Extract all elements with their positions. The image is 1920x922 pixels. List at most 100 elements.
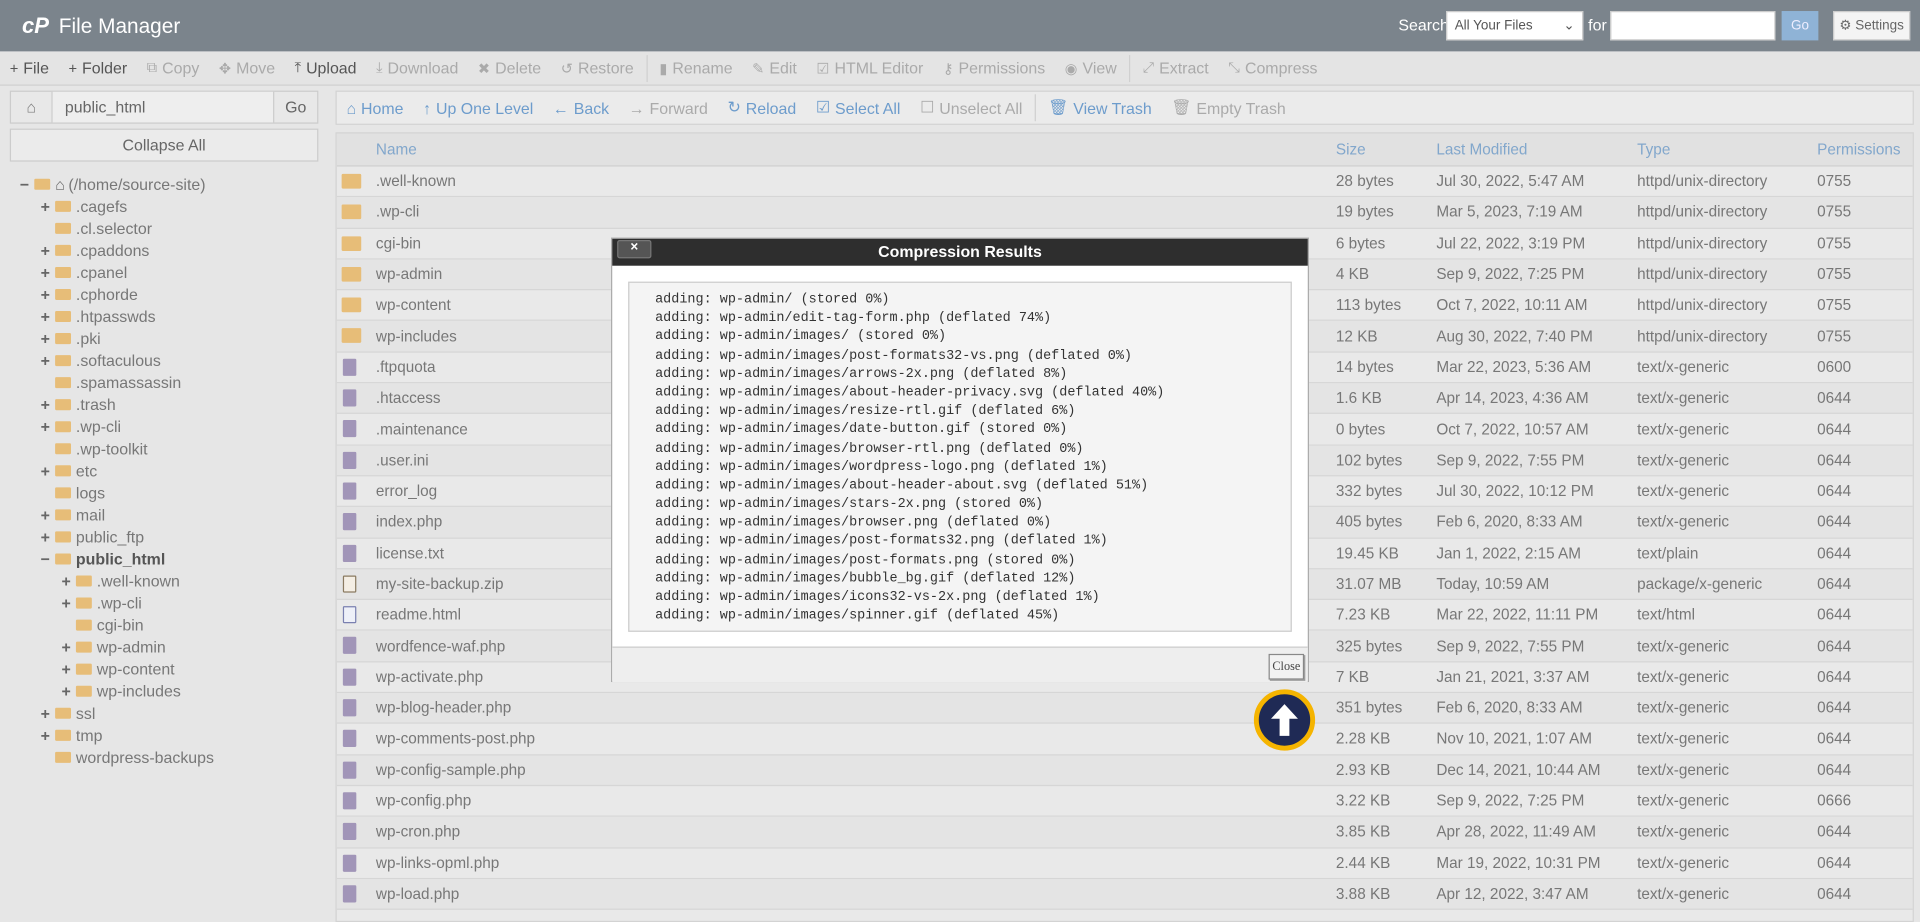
tree-item[interactable]: + public_ftp [0,525,331,547]
tree-item[interactable]: + .cphorde [0,283,331,305]
toolbar-folder-button[interactable]: + Folder [59,59,137,77]
table-row[interactable]: wp-load.php 3.88 KB Apr 12, 2022, 3:47 AM t… [336,878,1913,910]
path-go-button[interactable]: Go [273,91,317,123]
toolbar-file-button[interactable]: + File [0,59,59,77]
expand-icon[interactable]: + [38,351,53,369]
expand-icon[interactable]: + [38,703,53,721]
expand-icon[interactable]: + [38,329,53,347]
toolbar-restore-button[interactable]: ↺ Restore [551,59,644,77]
toolbar-html-editor-button[interactable]: ☑ HTML Editor [807,59,933,77]
column-permissions[interactable]: Permissions [1817,141,1900,158]
tree-item[interactable]: + mail [0,503,331,525]
expand-icon[interactable]: + [38,395,53,413]
tree-item[interactable]: .wp-toolkit [0,437,331,459]
table-row[interactable]: .well-known 28 bytes Jul 30, 2022, 5:47 AM… [336,167,1913,198]
toolbar-rename-button[interactable]: ▮ Rename [650,59,743,77]
tree-item[interactable]: + .pki [0,327,331,349]
table-row[interactable]: wp-comments-post.php 2.28 KB Nov 10, 2021,… [336,724,1913,756]
search-input[interactable] [1610,11,1776,41]
home-icon[interactable]: ⌂ [11,91,53,123]
tree-item[interactable]: + .wp-cli [0,591,331,613]
nav-unselect-all-button[interactable]: ☐ Unselect All [910,98,1032,118]
nav-select-all-button[interactable]: ☑ Select All [806,98,910,118]
toolbar-download-button[interactable]: ⤓ Download [366,59,468,77]
search-go-button[interactable]: Go [1781,11,1819,41]
tree-item[interactable]: − public_html [0,547,331,569]
tree-item[interactable]: + .wp-cli [0,415,331,437]
tree-item[interactable]: + wp-admin [0,636,331,658]
toolbar-move-button[interactable]: ✥ Move [209,59,285,77]
nav-empty-trash-button[interactable]: 🗑 Empty Trash [1162,98,1296,118]
tree-item[interactable]: wordpress-backups [0,746,331,768]
expand-icon[interactable]: + [38,417,53,435]
toolbar-upload-button[interactable]: ⤒ Upload [285,59,366,77]
nav-reload-button[interactable]: ↻ Reload [718,98,806,118]
app-title: File Manager [58,14,181,38]
expand-icon[interactable]: + [59,637,74,655]
tree-item[interactable]: + wp-includes [0,680,331,702]
toolbar-delete-button[interactable]: ✖ Delete [468,59,551,77]
expand-icon[interactable]: + [38,307,53,325]
expand-icon[interactable]: + [38,197,53,215]
tree-item[interactable]: + .cagefs [0,195,331,217]
collapse-icon[interactable]: − [17,174,32,192]
table-row[interactable]: .wp-cli 19 bytes Mar 5, 2023, 7:19 AM httpd… [336,197,1913,229]
toolbar-permissions-button[interactable]: ⚷ Permissions [933,59,1055,77]
tree-item[interactable]: + .softaculous [0,349,331,371]
toolbar-extract-button[interactable]: ⤢ Extract [1133,59,1219,77]
expand-icon[interactable]: + [38,285,53,303]
expand-icon[interactable]: + [59,659,74,677]
column-type[interactable]: Type [1637,141,1670,158]
nav-view-trash-button[interactable]: 🗑 View Trash [1038,98,1161,118]
tree-item[interactable]: cgi-bin [0,613,331,635]
expand-icon[interactable]: + [38,263,53,281]
tree-item[interactable]: + .well-known [0,569,331,591]
nav-home-button[interactable]: ⌂ Home [337,99,414,117]
column-last-modified[interactable]: Last Modified [1436,141,1527,158]
scroll-to-top-button[interactable] [1253,689,1316,751]
collapse-icon[interactable]: − [38,549,53,567]
tree-item[interactable]: + .cpaddons [0,239,331,261]
table-row[interactable]: wp-blog-header.php 351 bytes Feb 6, 2020, … [336,693,1913,725]
expand-icon[interactable]: + [38,505,53,523]
tree-item[interactable]: + .cpanel [0,261,331,283]
tree-item[interactable]: + etc [0,459,331,481]
expand-icon[interactable]: + [59,681,74,699]
toolbar-compress-button[interactable]: ⤡ Compress [1219,59,1328,77]
tree-item[interactable]: + tmp [0,724,331,746]
toolbar-edit-button[interactable]: ✎ Edit [742,59,806,77]
folder-icon [341,266,362,282]
nav-back-button[interactable]: ← Back [543,99,619,117]
expand-icon[interactable]: + [59,571,74,589]
expand-icon[interactable]: + [38,461,53,479]
path-input[interactable]: public_html [52,91,274,123]
close-button[interactable]: Close [1268,653,1305,680]
expand-icon[interactable]: + [38,527,53,545]
toolbar-view-button[interactable]: ◉ View [1055,59,1127,77]
tree-item[interactable]: − ⌂ (/home/source-site) [0,173,331,195]
table-row[interactable]: wp-links-opml.php 2.44 KB Mar 19, 2022, 10… [336,848,1913,879]
column-size[interactable]: Size [1336,141,1366,158]
tree-item[interactable]: + wp-content [0,658,331,680]
table-row[interactable]: wp-config.php 3.22 KB Sep 9, 2022, 7:25 PM… [336,786,1913,818]
tree-item[interactable]: .spamassassin [0,371,331,393]
nav-forward-button[interactable]: → Forward [619,99,718,117]
expand-icon[interactable]: + [38,726,53,744]
tree-item[interactable]: + .trash [0,393,331,415]
tree-item[interactable]: + ssl [0,702,331,724]
column-name[interactable]: Name [376,141,417,158]
search-scope-select[interactable]: All Your Files ⌄ [1446,11,1584,41]
tree-item[interactable]: logs [0,481,331,503]
expand-icon[interactable]: + [38,241,53,259]
settings-button[interactable]: ⚙ Settings [1833,11,1911,41]
expand-icon[interactable]: + [59,593,74,611]
table-row[interactable]: wp-cron.php 3.85 KB Apr 28, 2022, 11:49 AM… [336,817,1913,848]
tree-item[interactable]: + .htpasswds [0,305,331,327]
tree-item[interactable]: .cl.selector [0,217,331,239]
nav-up-one-level-button[interactable]: ↑ Up One Level [413,99,543,117]
compression-output[interactable]: adding: wp-admin/ (stored 0%) adding: wp-… [628,281,1292,632]
collapse-all-button[interactable]: Collapse All [9,128,319,162]
close-icon[interactable]: × [617,240,652,259]
toolbar-copy-button[interactable]: ⧉ Copy [137,59,209,77]
table-row[interactable]: wp-config-sample.php 2.93 KB Dec 14, 2021,… [336,755,1913,787]
